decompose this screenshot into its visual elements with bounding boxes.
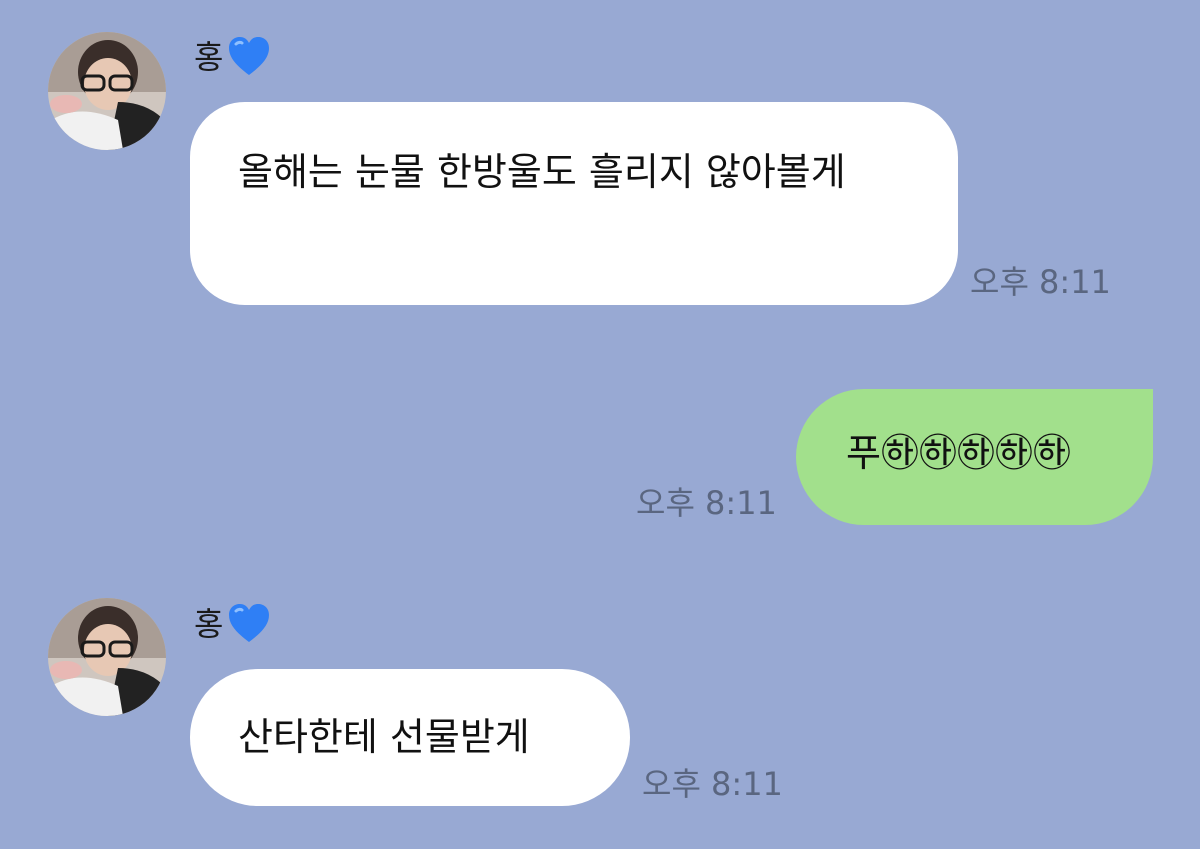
blue-heart-icon [229, 37, 270, 75]
sender-name-label: 홍 [194, 38, 224, 76]
sender-name: 홍 [194, 35, 271, 79]
message-text: 푸㉻㉻㉻㉻㉻ [846, 431, 1071, 475]
message-time: 오후 8:11 [970, 263, 1111, 301]
message-text: 올해는 눈물 한방울도 흘리지 않아볼게 [238, 150, 846, 194]
sender-name-label: 홍 [194, 605, 224, 643]
message-time: 오후 8:11 [642, 765, 783, 803]
avatar[interactable] [48, 32, 166, 150]
message-text: 산타한테 선물받게 [238, 715, 530, 759]
message-bubble[interactable]: 푸㉻㉻㉻㉻㉻ [796, 389, 1153, 525]
chat-view: 홍 올해는 눈물 한방울도 흘리지 않아볼게 오후 8:11 오후 8:11 푸… [0, 0, 1200, 849]
avatar[interactable] [48, 598, 166, 716]
sender-name: 홍 [194, 602, 271, 646]
profile-photo [48, 598, 166, 716]
message-bubble[interactable]: 산타한테 선물받게 [190, 669, 630, 806]
message-bubble[interactable]: 올해는 눈물 한방울도 흘리지 않아볼게 [190, 102, 958, 305]
blue-heart-icon [229, 604, 270, 642]
profile-photo [48, 32, 166, 150]
message-time: 오후 8:11 [636, 484, 777, 522]
